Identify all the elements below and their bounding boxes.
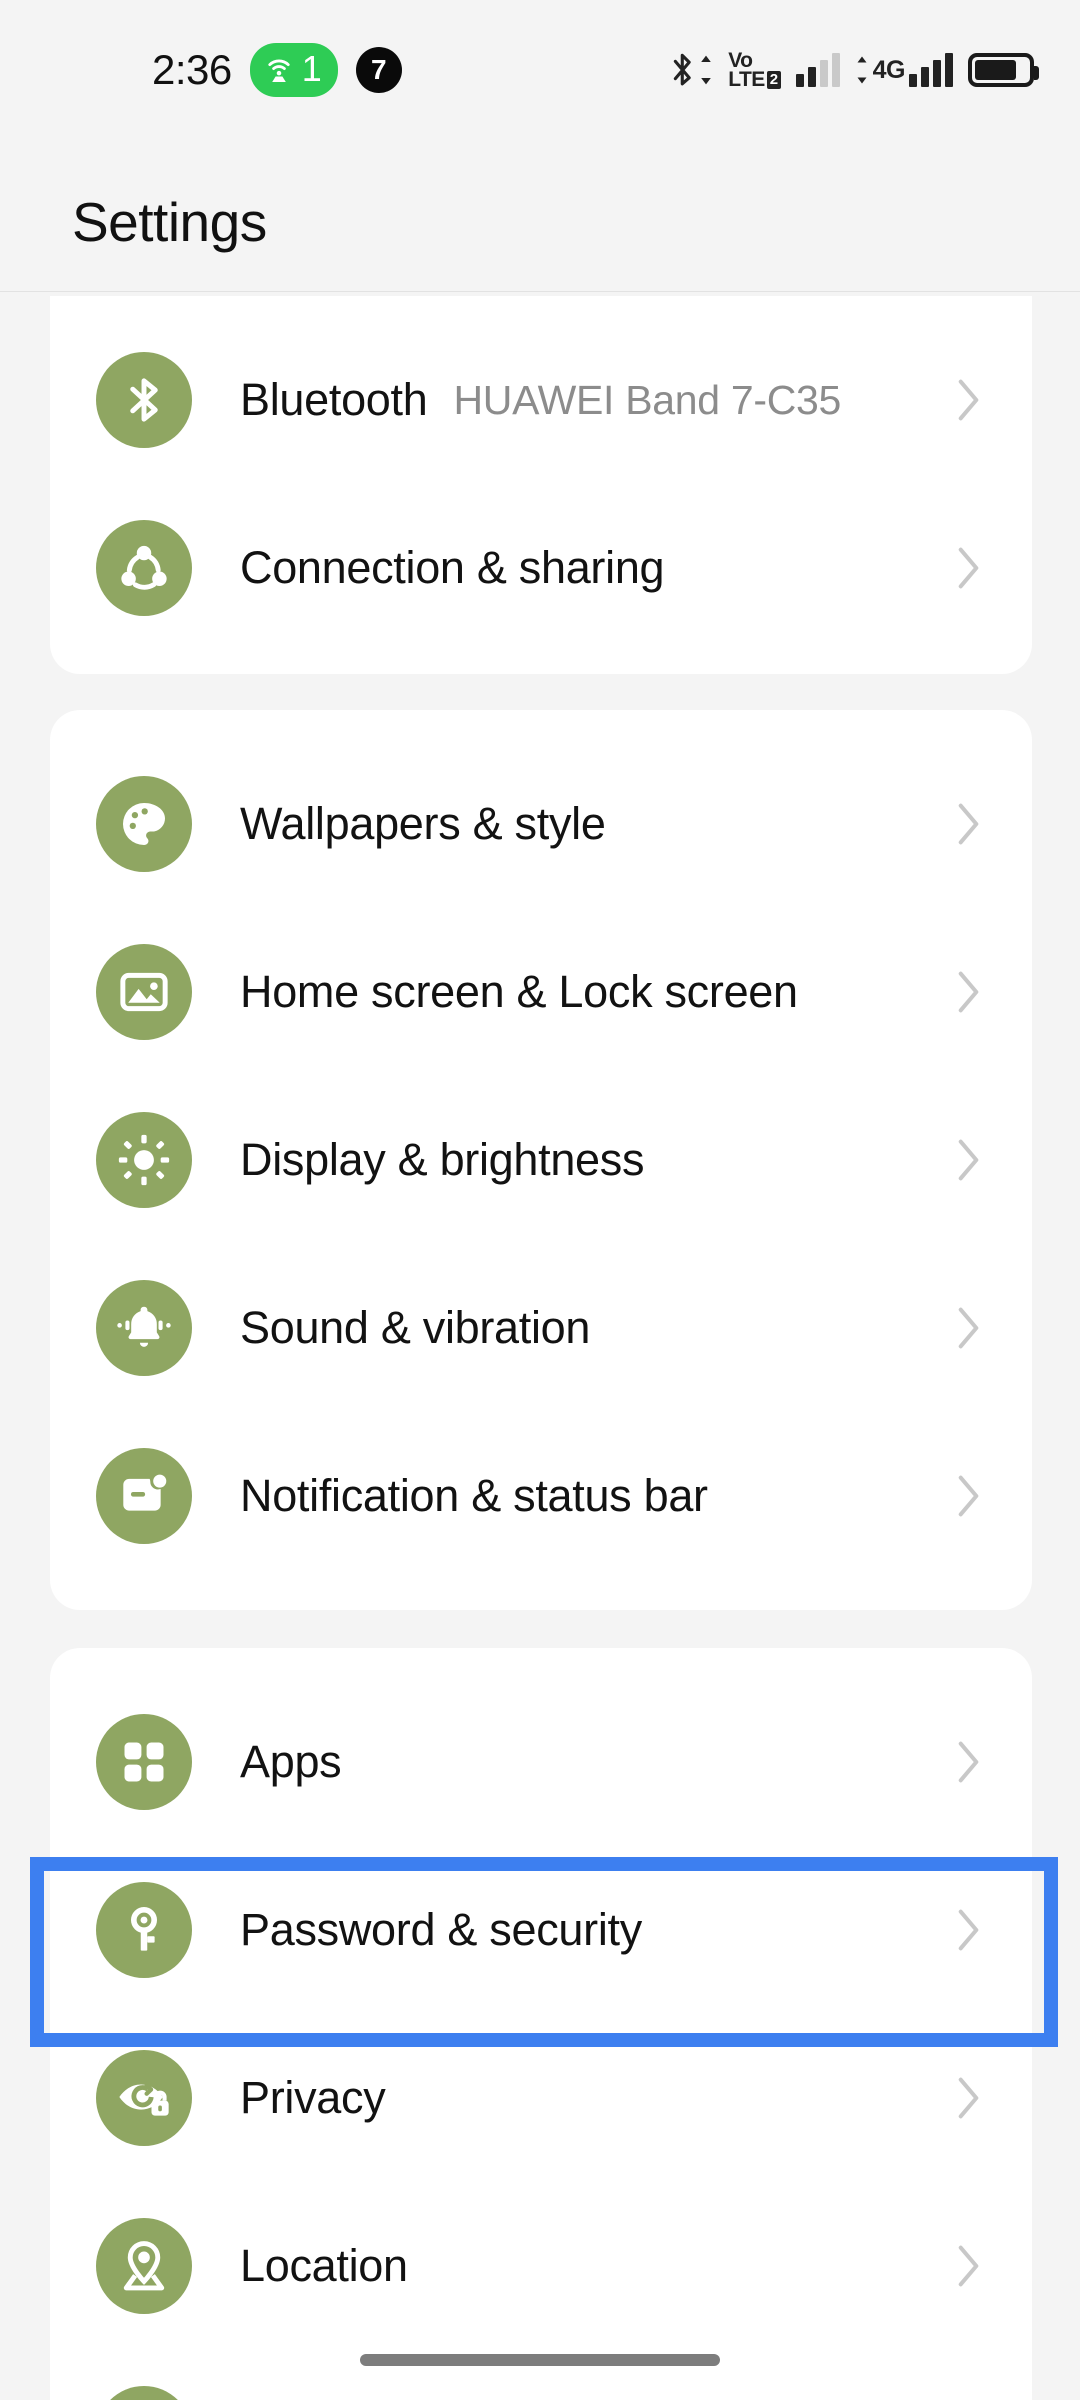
notification-card-icon xyxy=(96,1448,192,1544)
settings-list[interactable]: Bluetooth HUAWEI Band 7-C35 Connection & … xyxy=(0,293,1080,2400)
key-icon xyxy=(96,1882,192,1978)
partial-icon xyxy=(96,2386,192,2400)
settings-row-apps[interactable]: Apps xyxy=(50,1678,1032,1846)
settings-row-bluetooth[interactable]: Bluetooth HUAWEI Band 7-C35 xyxy=(50,316,1032,484)
settings-row-label: Connection & sharing xyxy=(240,542,665,593)
app-header: Settings xyxy=(0,140,1080,292)
chevron-right-icon xyxy=(958,1908,980,1952)
settings-row-wallpapers-style[interactable]: Wallpapers & style xyxy=(50,740,1032,908)
settings-card-system: Apps Password & security Privacy Locatio… xyxy=(50,1648,1032,2400)
status-bar-clock: 2:36 xyxy=(152,46,232,93)
settings-row-notification-status-bar[interactable]: Notification & status bar xyxy=(50,1412,1032,1580)
volte-bottom-text: LTE xyxy=(728,68,765,91)
chevron-right-icon xyxy=(958,2076,980,2120)
wifi-hotspot-icon: 1 xyxy=(249,43,338,97)
grid-apps-icon xyxy=(96,1714,192,1810)
mobile-data-indicator: 4G xyxy=(855,53,953,87)
settings-row-connection-sharing[interactable]: Connection & sharing xyxy=(50,484,1032,652)
notification-count-badge: 7 xyxy=(355,47,402,93)
settings-row-value: HUAWEI Band 7-C35 xyxy=(453,376,842,423)
settings-row-label: Apps xyxy=(240,1736,342,1787)
chevron-right-icon xyxy=(958,1138,980,1182)
settings-row-sound-vibration[interactable]: Sound & vibration xyxy=(50,1244,1032,1412)
phone-screen: 2:36 1 7 Vo LTE 2 4G Settings Bluetooth … xyxy=(0,0,1080,2400)
bluetooth-icon xyxy=(96,352,192,448)
settings-row-home-lock-screen[interactable]: Home screen & Lock screen xyxy=(50,908,1032,1076)
battery-icon xyxy=(968,53,1039,87)
palette-icon xyxy=(96,776,192,872)
status-bar-left: 2:36 1 7 xyxy=(0,43,402,97)
brightness-icon xyxy=(96,1112,192,1208)
settings-row-label: Location xyxy=(240,2240,408,2291)
chevron-right-icon xyxy=(958,802,980,846)
chevron-right-icon xyxy=(958,1740,980,1784)
settings-row-privacy[interactable]: Privacy xyxy=(50,2014,1032,2182)
settings-row-label: Display & brightness xyxy=(240,1134,645,1185)
settings-row-password-security[interactable]: Password & security xyxy=(50,1846,1032,2014)
settings-row-display-brightness[interactable]: Display & brightness xyxy=(50,1076,1032,1244)
chevron-right-icon xyxy=(958,546,980,590)
page-title: Settings xyxy=(72,191,267,253)
chevron-right-icon xyxy=(958,1474,980,1518)
signal-bars-sim2 xyxy=(909,53,953,87)
volte-indicator: Vo LTE 2 xyxy=(728,50,781,91)
home-gesture-bar[interactable] xyxy=(360,2354,720,2366)
settings-row-label: Bluetooth xyxy=(240,374,428,425)
chevron-right-icon xyxy=(958,1306,980,1350)
eye-lock-icon xyxy=(96,2050,192,2146)
network-type-label: 4G xyxy=(872,55,906,84)
bell-icon xyxy=(96,1280,192,1376)
connection-sharing-icon xyxy=(96,520,192,616)
bluetooth-icon xyxy=(671,51,713,89)
settings-row-label: Home screen & Lock screen xyxy=(240,966,798,1017)
image-icon xyxy=(96,944,192,1040)
status-bar: 2:36 1 7 Vo LTE 2 4G xyxy=(0,0,1080,140)
chevron-right-icon xyxy=(958,378,980,422)
volte-sim-number: 2 xyxy=(766,70,781,90)
chevron-right-icon xyxy=(958,2244,980,2288)
chevron-right-icon xyxy=(958,970,980,1014)
settings-card-connectivity: Bluetooth HUAWEI Band 7-C35 Connection & … xyxy=(50,296,1032,674)
hotspot-count: 1 xyxy=(301,47,322,89)
settings-row-location[interactable]: Location xyxy=(50,2182,1032,2350)
settings-row-label: Notification & status bar xyxy=(240,1470,708,1521)
settings-card-appearance: Wallpapers & style Home screen & Lock sc… xyxy=(50,710,1032,1610)
settings-row-label: Privacy xyxy=(240,2072,386,2123)
location-pin-icon xyxy=(96,2218,192,2314)
settings-row-label: Password & security xyxy=(240,1904,642,1955)
settings-row-label: Sound & vibration xyxy=(240,1302,591,1353)
status-bar-right: Vo LTE 2 4G xyxy=(671,40,1039,100)
signal-bars-sim1 xyxy=(795,53,840,87)
settings-row-label: Wallpapers & style xyxy=(240,798,606,849)
